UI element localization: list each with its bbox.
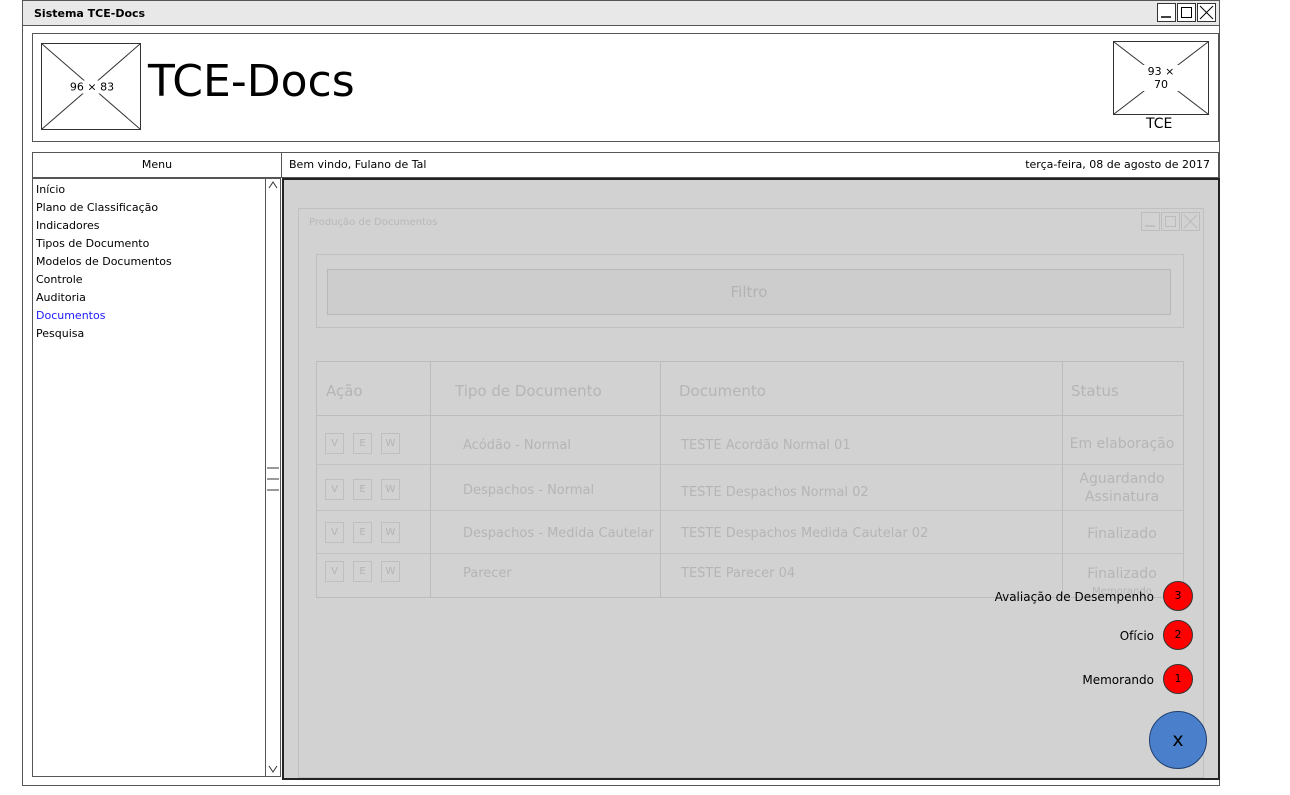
fab-badge-oficio[interactable]: 2: [1163, 620, 1193, 650]
welcome-text: Bem vindo, Fulano de Tal: [289, 158, 427, 171]
app-title: TCE-Docs: [148, 56, 355, 107]
minimize-button[interactable]: [1157, 3, 1176, 22]
row-divider: [317, 510, 1183, 511]
view-button[interactable]: V: [325, 433, 344, 454]
header-status: Status: [1071, 382, 1119, 400]
col-divider: [660, 362, 661, 597]
row-actions: V E W: [325, 433, 400, 454]
cell-tipo: Parecer: [463, 566, 512, 581]
menu-heading: Menu: [33, 153, 282, 177]
fab-close-button[interactable]: x: [1149, 711, 1207, 769]
logo-placeholder-left: 96 × 83: [41, 43, 141, 130]
sidebar-item-indicadores[interactable]: Indicadores: [36, 217, 280, 235]
cell-documento: TESTE Despachos Medida Cautelar 02: [681, 526, 929, 541]
edit-button[interactable]: E: [353, 522, 372, 543]
filter-button[interactable]: Filtro: [327, 269, 1171, 315]
panel-title: Produção de Documentos: [309, 217, 438, 228]
fab-item-label-oficio[interactable]: Ofício: [1120, 629, 1154, 643]
word-button[interactable]: W: [381, 433, 400, 454]
word-button[interactable]: W: [381, 479, 400, 500]
edit-button[interactable]: E: [353, 561, 372, 582]
fab-item-label-memorando[interactable]: Memorando: [1082, 673, 1154, 687]
sidebar-menu: Início Plano de Classificação Indicadore…: [32, 178, 281, 777]
row-divider: [317, 464, 1183, 465]
logo-placeholder-right: 93 × 70: [1113, 41, 1209, 115]
row-divider: [317, 553, 1183, 554]
sidebar-item-plano-classificacao[interactable]: Plano de Classificação: [36, 199, 280, 217]
cell-tipo: Despachos - Medida Cautelar: [463, 526, 654, 541]
panel-close-button[interactable]: [1181, 212, 1200, 231]
edit-button[interactable]: E: [353, 433, 372, 454]
window-title: Sistema TCE-Docs: [34, 7, 146, 20]
header-tipo-documento: Tipo de Documento: [455, 382, 602, 400]
close-button[interactable]: [1197, 3, 1216, 22]
window-titlebar: Sistema TCE-Docs: [22, 0, 1220, 26]
cell-documento: TESTE Parecer 04: [681, 566, 796, 581]
cell-status: Finalizado: [1087, 566, 1157, 582]
edit-button[interactable]: E: [353, 479, 372, 500]
panel-maximize-button[interactable]: [1161, 212, 1180, 231]
col-divider: [430, 362, 431, 597]
cell-status: Em elaboração: [1069, 436, 1175, 452]
cell-tipo: Despachos - Normal: [463, 483, 595, 498]
sidebar-item-pesquisa[interactable]: Pesquisa: [36, 325, 280, 343]
nav-bar: Menu Bem vindo, Fulano de Tal terça-feir…: [32, 152, 1219, 178]
cell-tipo: Acódão - Normal: [463, 438, 571, 453]
row-actions: V E W: [325, 479, 400, 500]
view-button[interactable]: V: [325, 522, 344, 543]
view-button[interactable]: V: [325, 479, 344, 500]
maximize-button[interactable]: [1177, 3, 1196, 22]
logo-right-size: 93 × 70: [1139, 65, 1183, 91]
fab-badge-memorando[interactable]: 1: [1163, 664, 1193, 694]
row-actions: V E W: [325, 522, 400, 543]
sidebar-scrollbar[interactable]: [265, 179, 280, 776]
sidebar-item-controle[interactable]: Controle: [36, 271, 280, 289]
sidebar-item-inicio[interactable]: Início: [36, 181, 280, 199]
word-button[interactable]: W: [381, 522, 400, 543]
cell-status: Aguardando Assinatura: [1079, 471, 1165, 505]
logo-left-size: 96 × 83: [67, 80, 117, 93]
documents-table: Ação Tipo de Documento Documento Status …: [316, 361, 1184, 598]
view-button[interactable]: V: [325, 561, 344, 582]
sidebar-item-auditoria[interactable]: Auditoria: [36, 289, 280, 307]
header-documento: Documento: [679, 382, 766, 400]
logo-right-caption: TCE: [1146, 116, 1173, 132]
fab-badge-avaliacao[interactable]: 3: [1163, 581, 1193, 611]
row-actions: V E W: [325, 561, 400, 582]
sidebar-item-tipos-documento[interactable]: Tipos de Documento: [36, 235, 280, 253]
fab-item-label-avaliacao[interactable]: Avaliação de Desempenho: [995, 590, 1154, 604]
sidebar-item-documentos[interactable]: Documentos: [36, 307, 280, 325]
current-date: terça-feira, 08 de agosto de 2017: [1025, 158, 1210, 171]
sidebar-item-modelos-documentos[interactable]: Modelos de Documentos: [36, 253, 280, 271]
cell-status: Finalizado: [1087, 526, 1157, 542]
cell-documento: TESTE Despachos Normal 02: [681, 485, 869, 500]
word-button[interactable]: W: [381, 561, 400, 582]
cell-documento: TESTE Acordão Normal 01: [681, 438, 851, 453]
panel-minimize-button[interactable]: [1141, 212, 1160, 231]
header-acao: Ação: [326, 382, 363, 400]
